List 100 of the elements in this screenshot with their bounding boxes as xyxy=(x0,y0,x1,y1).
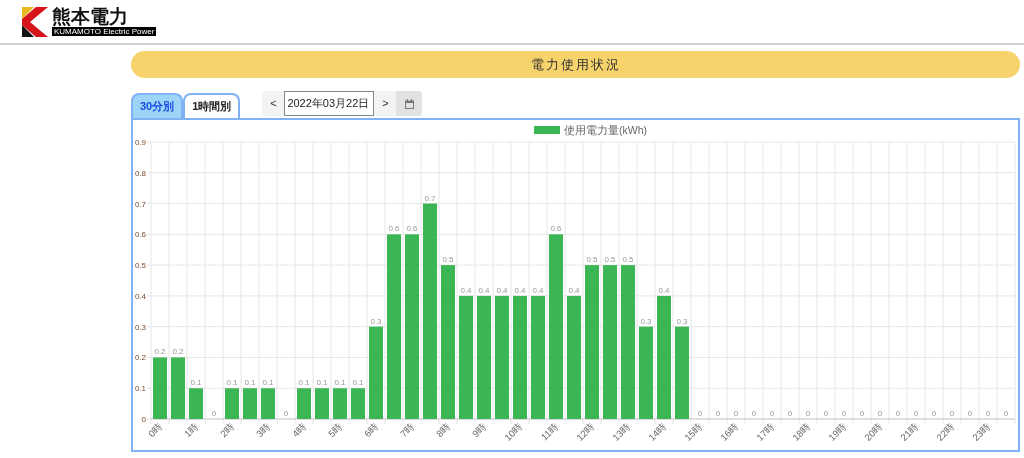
bar xyxy=(225,388,239,419)
logo-name: 熊本電力 xyxy=(52,7,129,26)
calendar-button[interactable] xyxy=(396,91,423,116)
data-label: 0.3 xyxy=(676,316,688,326)
tick-label: 0.7 xyxy=(134,199,146,209)
tick-label: 8時 xyxy=(433,420,453,440)
data-label: 0.1 xyxy=(334,378,346,388)
data-label: 0 xyxy=(841,409,847,418)
data-label: 0 xyxy=(805,409,811,418)
tick-label: 0.1 xyxy=(134,384,146,394)
tab[interactable]: 30分別 xyxy=(131,93,184,118)
data-label: 0.4 xyxy=(532,285,544,295)
data-label: 0 xyxy=(949,409,955,418)
data-label: 0 xyxy=(895,409,901,418)
data-label: 0.5 xyxy=(622,255,634,265)
data-label: 0.1 xyxy=(244,378,256,388)
tick-label: 9時 xyxy=(469,420,489,440)
data-label: 0.1 xyxy=(226,378,238,388)
data-label: 0 xyxy=(769,409,775,418)
data-label: 0.1 xyxy=(298,378,310,388)
data-label: 0 xyxy=(931,409,937,418)
bar xyxy=(333,388,347,419)
data-label: 0 xyxy=(859,409,865,418)
data-label: 0 xyxy=(787,409,793,418)
tick-label: 0.5 xyxy=(134,261,146,271)
data-label: 0 xyxy=(751,409,757,418)
tick-label: 0.8 xyxy=(134,168,146,178)
data-label: 0.5 xyxy=(604,255,616,265)
data-label: 0.2 xyxy=(154,347,166,357)
legend-label: 使用電力量(kWh) xyxy=(564,124,647,136)
data-label: 0 xyxy=(697,409,703,418)
data-label: 0.4 xyxy=(496,285,508,295)
data-label: 0.6 xyxy=(388,224,400,234)
bar xyxy=(351,388,365,419)
tick-label: 2時 xyxy=(217,420,237,440)
data-label: 0 xyxy=(823,409,829,418)
tick-label: 20時 xyxy=(862,420,885,443)
tick-label: 16時 xyxy=(718,420,741,443)
tick-label: 0.3 xyxy=(134,322,146,332)
data-label: 0 xyxy=(913,409,919,418)
bar xyxy=(261,388,275,419)
data-label: 0.4 xyxy=(460,285,472,295)
next-day-button[interactable]: > xyxy=(374,91,397,116)
data-label: 0.4 xyxy=(478,285,490,295)
data-label: 0 xyxy=(733,409,739,418)
data-label: 0 xyxy=(877,409,883,418)
date-field[interactable]: 2022年03月22日 xyxy=(284,91,375,116)
tick-label: 0.2 xyxy=(134,353,146,363)
tick-label: 13時 xyxy=(610,420,633,443)
tick-label: 0時 xyxy=(145,420,165,440)
data-label: 0.5 xyxy=(586,255,598,265)
tick-label: 17時 xyxy=(754,420,777,443)
logo-subtitle: KUMAMOTO Electric Power xyxy=(52,27,157,36)
bar xyxy=(153,357,167,419)
tick-label: 11時 xyxy=(538,420,561,443)
logo-icon xyxy=(22,6,48,37)
bar xyxy=(297,388,311,419)
data-label: 0.2 xyxy=(172,347,184,357)
bar xyxy=(189,388,203,419)
tick-label: 18時 xyxy=(790,420,813,443)
data-label: 0 xyxy=(211,409,217,418)
previous-day-button[interactable]: < xyxy=(262,91,285,116)
tick-label: 12時 xyxy=(574,420,597,443)
data-label: 0.4 xyxy=(568,285,580,295)
bar xyxy=(315,388,329,419)
tick-label: 19時 xyxy=(826,420,849,443)
data-label: 0.1 xyxy=(352,378,364,388)
bar xyxy=(171,357,185,419)
tick-label: 1時 xyxy=(181,420,201,440)
tab[interactable]: 1時間別 xyxy=(183,93,241,118)
tick-label: 4時 xyxy=(289,420,309,440)
calendar-icon xyxy=(404,98,414,109)
tick-label: 5時 xyxy=(325,420,345,440)
data-label: 0.6 xyxy=(406,224,418,234)
legend-swatch xyxy=(534,126,560,134)
tick-label: 22時 xyxy=(934,420,957,443)
tick-label: 14時 xyxy=(646,420,669,443)
data-label: 0.7 xyxy=(424,193,436,203)
tick-label: 15時 xyxy=(682,420,705,443)
data-label: 0.3 xyxy=(640,316,652,326)
tick-label: 10時 xyxy=(502,420,525,443)
tick-label: 0.6 xyxy=(134,230,146,240)
data-label: 0 xyxy=(283,409,289,418)
tick-label: 7時 xyxy=(397,420,417,440)
data-label: 0.1 xyxy=(190,378,202,388)
data-label: 0.5 xyxy=(442,255,454,265)
tick-label: 0.9 xyxy=(134,138,146,147)
bar xyxy=(243,388,257,419)
tick-label: 0 xyxy=(141,415,146,424)
tick-label: 6時 xyxy=(361,420,381,440)
data-label: 0.1 xyxy=(316,378,328,388)
data-label: 0.4 xyxy=(658,285,670,295)
data-label: 0.1 xyxy=(262,378,274,388)
data-label: 0 xyxy=(1003,409,1009,418)
tick-label: 21時 xyxy=(898,420,921,443)
data-label: 0.3 xyxy=(370,316,382,326)
data-label: 0 xyxy=(985,409,991,418)
data-label: 0.6 xyxy=(550,224,562,234)
tick-label: 3時 xyxy=(253,420,273,440)
tick-label: 0.4 xyxy=(134,291,146,301)
